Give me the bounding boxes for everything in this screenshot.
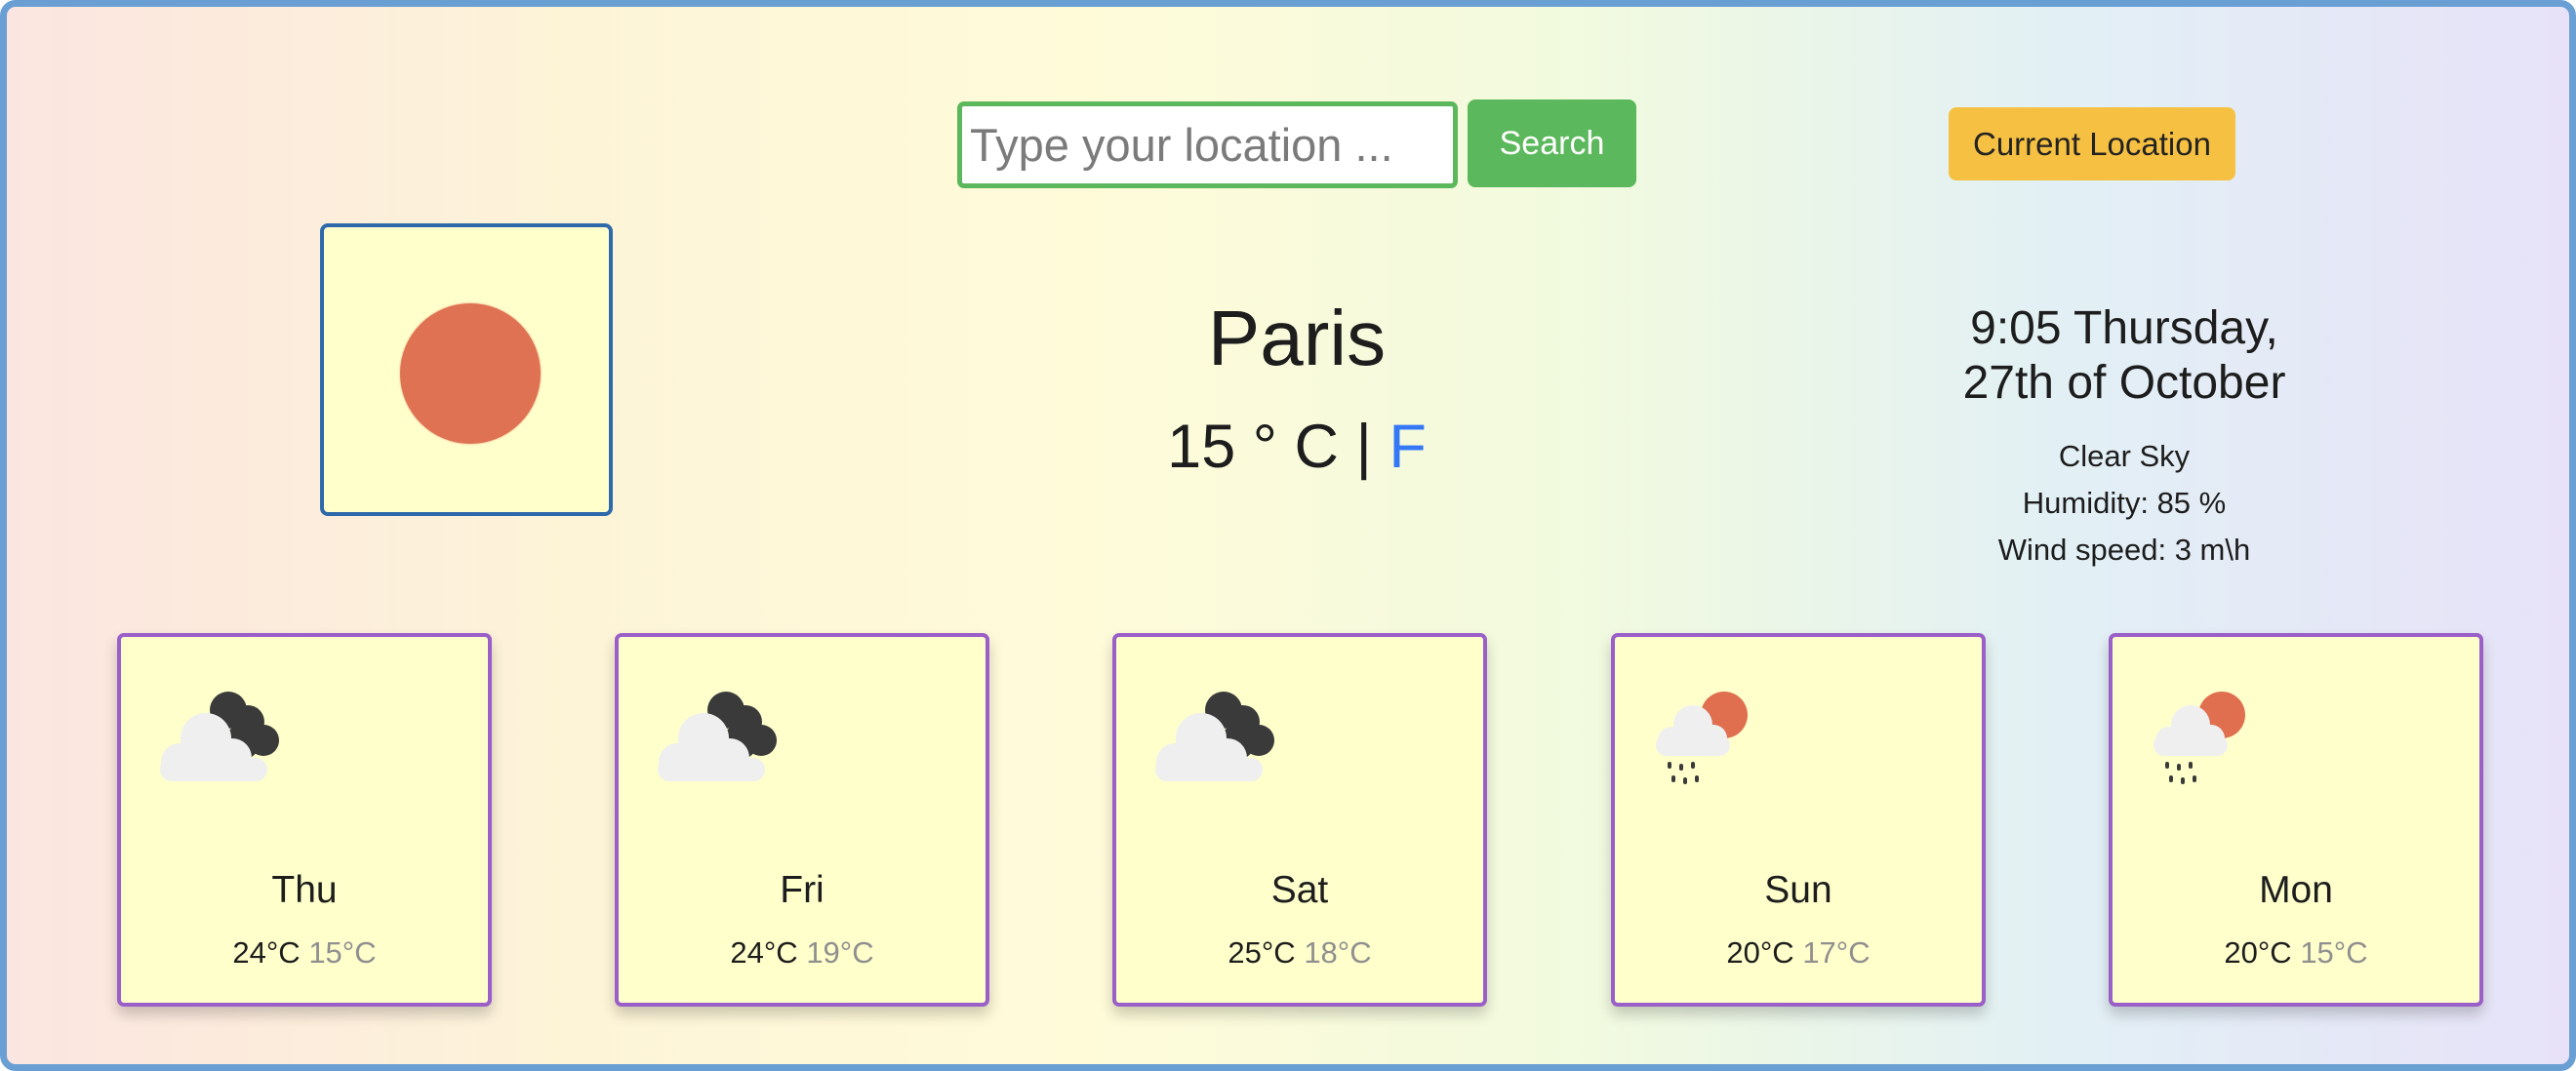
forecast-max: 20°C	[2224, 935, 2292, 970]
forecast-max: 24°C	[232, 935, 301, 970]
forecast-card: Mon 20°C 15°C	[2109, 633, 2483, 1007]
forecast-min: 17°C	[1802, 935, 1871, 970]
sun-rain-icon	[2153, 692, 2245, 784]
forecast-max: 20°C	[1726, 935, 1794, 970]
cloudy-icon	[160, 692, 279, 781]
date: 27th of October	[1962, 357, 2286, 409]
humidity: Humidity: 85 %	[2022, 486, 2227, 520]
cloudy-icon	[658, 692, 777, 781]
forecast-day: Fri	[780, 869, 825, 911]
current-weather-icon-box	[320, 223, 613, 516]
location-search-input[interactable]	[957, 101, 1458, 188]
weather-description: Clear Sky	[2058, 439, 2191, 473]
weather-app: Search Current Location Paris 15 ° C | F…	[0, 0, 2576, 1071]
city-name: Paris	[1207, 295, 1387, 381]
unit-separator: |	[1355, 413, 1372, 481]
date-time: 9:05 Thursday, 27th of October	[1831, 301, 2417, 411]
forecast-temps: 20°C 15°C	[2113, 935, 2479, 971]
forecast-max: 24°C	[730, 935, 798, 970]
current-location-button[interactable]: Current Location	[1949, 107, 2235, 180]
celsius-unit[interactable]: ° C	[1253, 413, 1339, 481]
forecast-min: 15°C	[308, 935, 377, 970]
temperature-value: 15	[1167, 413, 1236, 481]
forecast-day: Mon	[2259, 869, 2333, 911]
search-button[interactable]: Search	[1468, 99, 1636, 187]
wind-speed: Wind speed: 3 m\h	[1997, 533, 2251, 567]
current-temperature: 15 ° C | F	[1004, 416, 1590, 478]
fahrenheit-link[interactable]: F	[1389, 413, 1426, 481]
cloudy-icon	[1155, 692, 1274, 781]
time-day: 9:05 Thursday,	[1970, 302, 2278, 354]
forecast-day: Thu	[271, 869, 338, 911]
forecast-card: Fri 24°C 19°C	[615, 633, 989, 1007]
sun-rain-icon	[1656, 692, 1748, 784]
forecast-day: Sat	[1270, 869, 1329, 911]
forecast-min: 15°C	[2300, 935, 2368, 970]
forecast-min: 19°C	[806, 935, 874, 970]
sun-icon	[400, 303, 541, 444]
forecast-card: Sun 20°C 17°C	[1611, 633, 1986, 1007]
forecast-temps: 20°C 17°C	[1615, 935, 1982, 971]
forecast-temps: 25°C 18°C	[1116, 935, 1483, 971]
forecast-max: 25°C	[1228, 935, 1296, 970]
forecast-temps: 24°C 15°C	[121, 935, 488, 971]
weather-details: Clear Sky Humidity: 85 % Wind speed: 3 m…	[1831, 433, 2417, 574]
forecast-temps: 24°C 19°C	[619, 935, 986, 971]
forecast-min: 18°C	[1304, 935, 1372, 970]
forecast-card: Sat 25°C 18°C	[1112, 633, 1487, 1007]
forecast-day: Sun	[1764, 869, 1832, 911]
forecast-card: Thu 24°C 15°C	[117, 633, 492, 1007]
